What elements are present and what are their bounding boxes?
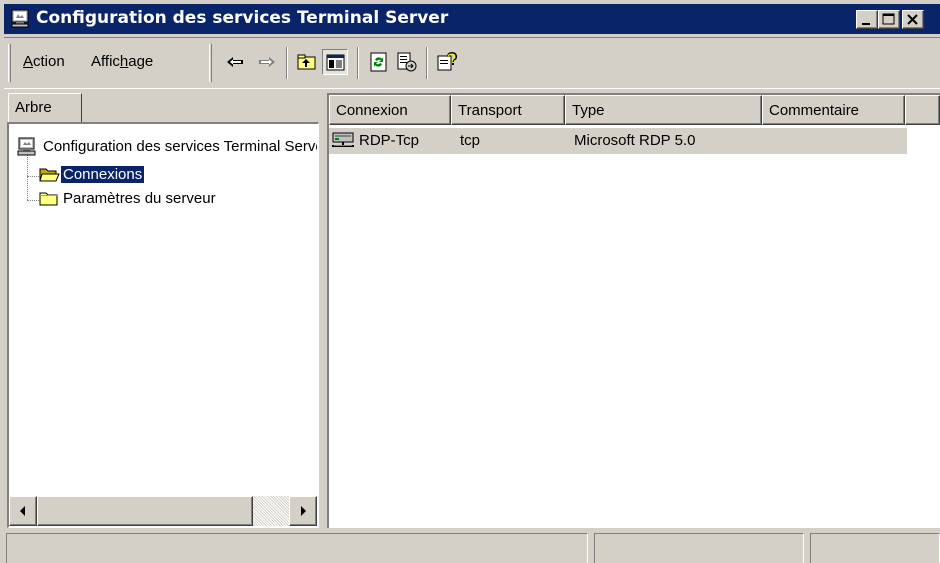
tab-arbre-label: Arbre: [15, 99, 52, 116]
tree-connector: [27, 154, 28, 200]
forward-button[interactable]: [254, 49, 280, 75]
column-header-commentaire[interactable]: Commentaire: [762, 95, 905, 125]
tree-connector: [27, 176, 39, 177]
up-level-button[interactable]: [294, 49, 320, 75]
toolbar-separator: [357, 47, 359, 79]
refresh-button[interactable]: [366, 49, 392, 75]
menu-grip[interactable]: [8, 44, 11, 82]
title-bar[interactable]: Configuration des services Terminal Serv…: [4, 4, 940, 34]
folder-icon: [39, 192, 58, 206]
tree-item-parametres-serveur[interactable]: Paramètres du serveur: [39, 188, 299, 210]
close-button[interactable]: [902, 10, 924, 29]
toolbar-separator: [426, 47, 428, 79]
cell-transport: tcp: [460, 132, 481, 149]
window-title: Configuration des services Terminal Serv…: [36, 8, 449, 28]
scroll-right-button[interactable]: [289, 496, 317, 526]
status-panel-main: [6, 533, 588, 563]
up-one-level-icon: [297, 54, 316, 70]
maximize-icon: [882, 13, 895, 25]
help-button[interactable]: [434, 49, 460, 75]
column-header-connexion-label: Connexion: [336, 102, 408, 119]
minimize-icon: [862, 23, 870, 25]
column-header-commentaire-label: Commentaire: [769, 102, 860, 119]
export-list-icon: [397, 52, 417, 72]
tree-item-connexions-label: Connexions: [59, 165, 146, 184]
status-panel-2: [594, 533, 804, 563]
column-header-connexion[interactable]: Connexion: [329, 95, 451, 125]
menu-affichage[interactable]: Affichage: [91, 53, 153, 70]
tree-item-root-label: Configuration des services Terminal Serv…: [43, 138, 317, 155]
back-button[interactable]: [222, 49, 248, 75]
list-row-rdp-tcp[interactable]: RDP-Tcp tcp Microsoft RDP 5.0: [329, 128, 907, 154]
result-list-pane: Connexion Transport Type Commentaire RDP…: [327, 93, 940, 528]
column-header-filler: [905, 95, 940, 125]
console-tree-pane: Configuration des services Terminal Serv…: [7, 122, 319, 528]
menu-action[interactable]: Action: [23, 53, 65, 70]
tree-item-connexions[interactable]: Connexions: [39, 164, 239, 186]
terminal-server-icon: [10, 9, 30, 29]
tree-item-root[interactable]: Configuration des services Terminal Serv…: [17, 136, 317, 158]
column-header-type[interactable]: Type: [565, 95, 762, 125]
menu-toolbar-band: Action Affichage: [4, 37, 940, 89]
scrollbar-thumb[interactable]: [37, 496, 253, 526]
network-connection-icon: [332, 132, 354, 147]
show-hide-console-tree-icon: [326, 54, 345, 71]
forward-arrow-icon: [259, 57, 275, 67]
console-tree: Configuration des services Terminal Serv…: [9, 124, 317, 496]
maximize-button[interactable]: [878, 10, 900, 29]
tree-item-parametres-serveur-label: Paramètres du serveur: [63, 190, 216, 207]
toolbar-grip[interactable]: [209, 44, 212, 82]
minimize-button[interactable]: [856, 10, 878, 29]
scrollbar-track[interactable]: [253, 496, 289, 526]
tree-connector: [27, 200, 39, 201]
terminal-server-icon: [17, 137, 36, 156]
cell-connexion: RDP-Tcp: [359, 132, 420, 149]
column-header-type-label: Type: [572, 102, 605, 119]
horizontal-scrollbar[interactable]: [9, 496, 317, 526]
toolbar-separator: [286, 47, 288, 79]
refresh-icon: [370, 52, 387, 72]
open-folder-icon: [39, 168, 60, 182]
arrow-left-icon: [20, 506, 25, 516]
tab-arbre[interactable]: Arbre: [8, 93, 82, 123]
status-panel-3: [810, 533, 940, 563]
column-header-transport-label: Transport: [458, 102, 522, 119]
back-arrow-icon: [227, 57, 243, 67]
arrow-right-icon: [301, 506, 306, 516]
close-icon: [907, 14, 918, 25]
column-header-transport[interactable]: Transport: [451, 95, 565, 125]
application-window: Configuration des services Terminal Serv…: [0, 0, 940, 563]
help-icon: [437, 52, 457, 71]
export-list-button[interactable]: [394, 49, 420, 75]
status-bar: [4, 533, 940, 563]
cell-type: Microsoft RDP 5.0: [574, 132, 696, 149]
scroll-left-button[interactable]: [9, 496, 37, 526]
show-hide-tree-button[interactable]: [322, 49, 348, 75]
